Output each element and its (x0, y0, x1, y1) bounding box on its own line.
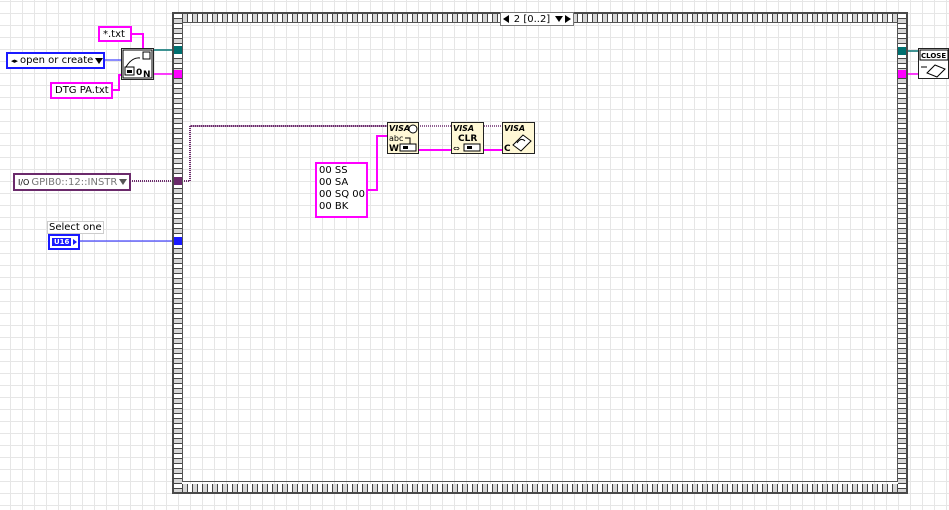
frame-inner-border (182, 22, 898, 482)
visa-tunnel-left[interactable] (174, 177, 182, 185)
decrement-arrow-icon[interactable] (503, 15, 509, 23)
svg-text:N: N (143, 70, 151, 79)
string-tunnel-left[interactable] (174, 70, 182, 78)
svg-text:VISA: VISA (453, 124, 474, 133)
close-file-vi[interactable]: CLOSE (918, 48, 949, 79)
command-line: 00 SQ 00 (319, 189, 366, 200)
select-one-numeric[interactable]: U16 (48, 234, 80, 250)
operation-enum-constant[interactable]: ◂▸ open or create (6, 52, 105, 69)
svg-text:0: 0 (136, 68, 142, 78)
visa-resource-value: GPIB0::12::INSTR (31, 176, 118, 188)
visa-write-icon: VISA abc W (388, 123, 418, 154)
dropdown-arrow-icon[interactable] (95, 57, 104, 64)
visa-close-vi[interactable]: VISA C (502, 122, 535, 154)
visa-clear-icon: VISA CLR ⇔ (453, 124, 481, 153)
visa-clear-vi[interactable]: VISA CLR ⇔ (451, 122, 484, 154)
command-line: 00 BK (319, 201, 349, 212)
command-string-constant[interactable]: 00 SS 00 SA 00 SQ 00 00 BK (315, 162, 368, 218)
frame-film-left (174, 14, 182, 492)
increment-arrow-icon[interactable] (565, 15, 571, 23)
visa-resource-constant[interactable]: I/O GPIB0::12::INSTR (13, 173, 131, 191)
sequence-selector-label: 2 [0..2] (513, 13, 551, 25)
operation-value: open or create (20, 55, 94, 66)
u16-type-badge: U16 (52, 238, 72, 246)
svg-text:⇔: ⇔ (453, 144, 460, 153)
svg-text:CLOSE: CLOSE (921, 52, 946, 60)
open-file-vi[interactable]: 0 N (121, 48, 154, 80)
visa-close-icon: VISA C (504, 124, 532, 154)
file-pattern-constant[interactable]: *.txt (98, 26, 132, 42)
file-name-constant[interactable]: DTG PA.txt (50, 82, 113, 99)
svg-text:C: C (504, 144, 511, 153)
open-file-icon: 0 N (122, 49, 153, 80)
svg-text:VISA: VISA (504, 124, 525, 133)
svg-text:CLR: CLR (458, 134, 477, 144)
command-line: 00 SA (319, 177, 349, 188)
sequence-selector[interactable]: 2 [0..2] (500, 12, 574, 26)
dropdown-arrow-icon[interactable] (555, 16, 563, 22)
visa-io-icon: I/O (18, 177, 30, 187)
select-one-label: Select one (47, 221, 104, 234)
close-file-icon: CLOSE (919, 49, 949, 78)
output-arrow-icon (73, 239, 78, 245)
string-tunnel-right[interactable] (898, 70, 906, 78)
frame-film-bottom (174, 484, 906, 492)
command-line: 00 SS (319, 165, 348, 176)
numeric-tunnel-left[interactable] (174, 237, 182, 245)
refnum-tunnel-right[interactable] (898, 47, 906, 55)
frame-film-right (898, 14, 906, 492)
visa-write-vi[interactable]: VISA abc W (387, 122, 419, 154)
svg-text:abc: abc (389, 134, 403, 143)
svg-text:W: W (389, 144, 399, 153)
svg-text:VISA: VISA (389, 124, 410, 133)
dropdown-arrow-icon[interactable] (119, 179, 128, 185)
refnum-tunnel-left[interactable] (174, 46, 182, 54)
enum-arrows-icon: ◂▸ (11, 56, 19, 65)
